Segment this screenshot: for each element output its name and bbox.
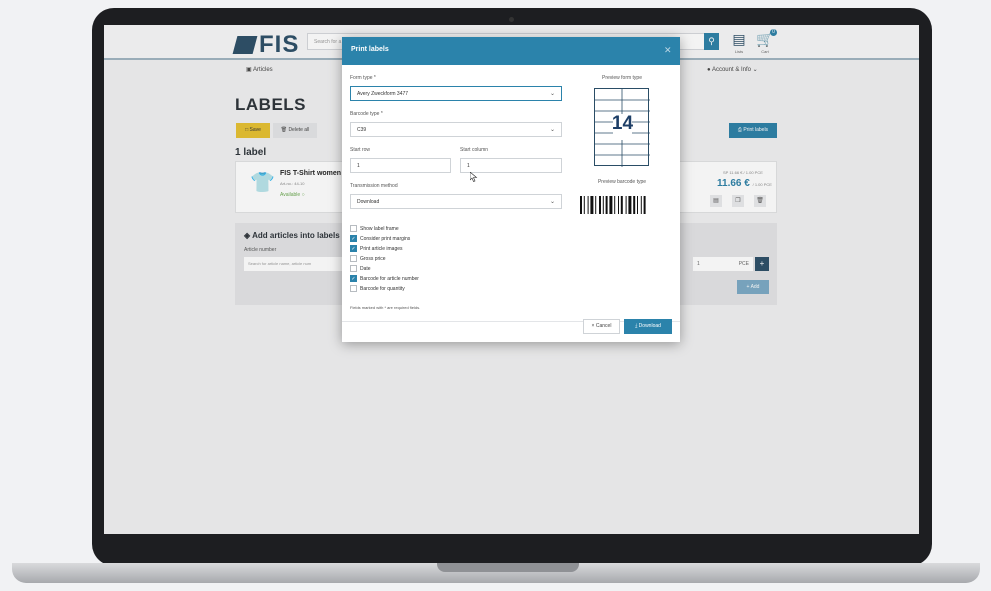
barcode-bar <box>590 196 594 214</box>
form-type-select[interactable]: Avery Zweckform 3477 ⌄ <box>350 86 562 101</box>
barcode-bar <box>628 196 632 214</box>
form-type-preview: 14 <box>594 88 650 167</box>
date-option[interactable]: Date <box>350 265 371 273</box>
dialog-header: Print labels ✕ <box>342 37 680 65</box>
checkbox[interactable] <box>350 225 357 232</box>
barcode-type-select[interactable]: C39 ⌄ <box>350 122 562 137</box>
form-type-label: Form type * <box>350 75 376 81</box>
start-column-label: Start column <box>460 147 489 153</box>
checkbox-checked[interactable]: ✓ <box>350 275 357 282</box>
barcode-bar <box>583 196 585 214</box>
start-column-input[interactable]: 1 <box>460 158 562 173</box>
show-label-frame-option[interactable]: Show label frame <box>350 225 399 233</box>
barcode-bar <box>614 196 616 214</box>
start-row-input[interactable]: 1 <box>350 158 451 173</box>
barcode-bar <box>580 196 582 214</box>
download-label: Download <box>638 323 661 329</box>
cancel-label: Cancel <box>595 323 612 329</box>
chevron-down-icon: ⌄ <box>549 91 555 97</box>
barcode-bar <box>605 196 608 214</box>
mouse-cursor-icon <box>470 172 478 182</box>
transmission-method-value: Download <box>357 199 380 205</box>
barcode-bar <box>633 196 636 214</box>
barcode-bar <box>609 196 613 214</box>
transmission-method-label: Transmission method <box>350 183 398 189</box>
preview-form-label: Preview form type <box>601 75 642 81</box>
print-labels-dialog: Print labels ✕ Form type * Avery Zweckfo… <box>342 37 680 342</box>
chevron-down-icon: ⌄ <box>549 127 555 133</box>
download-icon: ⤓ <box>635 323 638 329</box>
gross-price-option[interactable]: Gross price <box>350 255 386 263</box>
barcode-quantity-option[interactable]: Barcode for quantity <box>350 285 405 293</box>
checkbox[interactable] <box>350 265 357 272</box>
preview-barcode-label: Preview barcode type <box>597 179 647 185</box>
barcode-article-number-option[interactable]: ✓ Barcode for article number <box>350 275 419 283</box>
transmission-method-select[interactable]: Download ⌄ <box>350 194 562 209</box>
barcode-bar <box>643 196 646 214</box>
barcode-type-value: C39 <box>357 127 367 133</box>
dialog-title: Print labels <box>351 46 389 53</box>
camera-dot <box>509 17 514 22</box>
barcode-type-label: Barcode type * <box>350 111 383 117</box>
close-icon: × <box>591 323 595 329</box>
barcode-bar <box>595 196 597 214</box>
option-label: Barcode for quantity <box>360 285 405 292</box>
consider-print-margins-option[interactable]: ✓ Consider print margins <box>350 235 410 243</box>
print-article-images-option[interactable]: ✓ Print article images <box>350 245 403 253</box>
chevron-down-icon: ⌄ <box>549 199 555 205</box>
option-label: Consider print margins <box>360 235 411 242</box>
barcode-bar <box>625 196 627 214</box>
checkbox[interactable] <box>350 285 357 292</box>
checkbox-checked[interactable]: ✓ <box>350 235 357 242</box>
start-row-label: Start row <box>350 147 371 153</box>
cancel-button[interactable]: × Cancel <box>583 319 620 334</box>
screen: FIS Search for a ⚲ ▤ Lists 🛒 0 Cart ▣ Ar… <box>104 25 919 534</box>
option-label: Date <box>360 265 371 272</box>
checkbox[interactable] <box>350 255 357 262</box>
option-label: Barcode for article number <box>360 275 419 282</box>
option-label: Print article images <box>360 245 403 252</box>
checkbox-checked[interactable]: ✓ <box>350 245 357 252</box>
barcode-bar <box>602 196 604 214</box>
barcode-bar <box>640 196 642 214</box>
barcode-bar <box>599 196 601 214</box>
barcode-bar <box>620 196 623 214</box>
option-label: Gross price <box>360 255 386 262</box>
form-type-value: Avery Zweckform 3477 <box>357 91 409 97</box>
close-icon[interactable]: ✕ <box>664 45 672 56</box>
barcode-bar <box>618 196 619 214</box>
download-button[interactable]: ⤓ Download <box>624 319 672 334</box>
barcode-bar <box>637 196 638 214</box>
required-fields-note: Fields marked with * are required fields… <box>350 305 421 310</box>
barcode-preview <box>580 196 646 214</box>
option-label: Show label frame <box>360 225 399 232</box>
laptop-base-notch <box>437 563 579 572</box>
form-label-count: 14 <box>611 113 634 134</box>
barcode-bar <box>587 196 589 214</box>
